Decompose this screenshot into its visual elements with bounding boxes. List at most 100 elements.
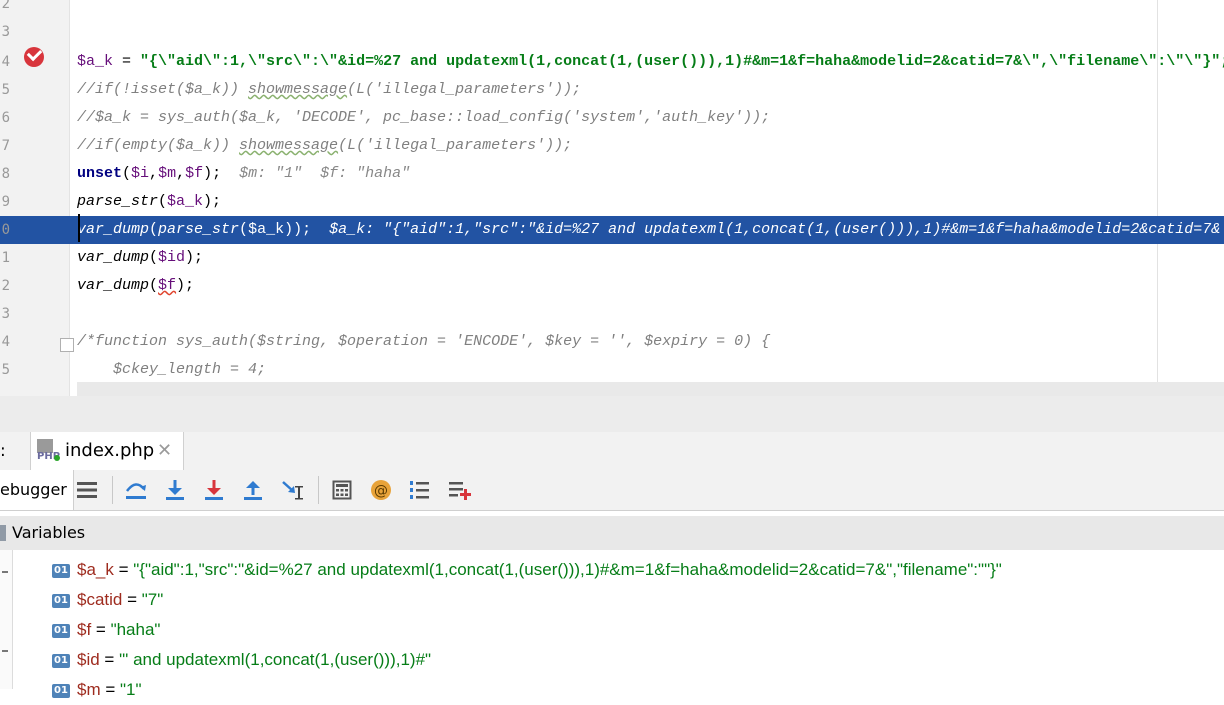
- variable-name: $m: [77, 680, 101, 699]
- frames-list-icon[interactable]: [406, 476, 434, 504]
- fold-marker-icon[interactable]: [60, 338, 74, 352]
- variable-row[interactable]: 01 $id = "' and updatexml(1,concat(1,(use…: [52, 645, 1212, 675]
- code-text[interactable]: //if(!isset($a_k)) showmessage(L('illega…: [77, 76, 581, 104]
- code-token: //if(!isset($a_k)): [77, 81, 249, 98]
- close-tab-icon[interactable]: ✕: [157, 432, 172, 470]
- code-text[interactable]: var_dump($id);: [77, 244, 203, 272]
- variable-equals: =: [100, 680, 120, 699]
- code-line[interactable]: 5 $ckey_length = 4;: [0, 356, 1224, 384]
- variable-row[interactable]: 01 $f = "haha": [52, 615, 1212, 645]
- code-token: $id: [158, 249, 186, 266]
- code-text[interactable]: var_dump(parse_str($a_k)); $a_k: "{"aid"…: [77, 216, 1220, 244]
- force-step-into-icon[interactable]: [200, 476, 228, 504]
- step-out-icon[interactable]: [239, 476, 267, 504]
- code-line[interactable]: 2 var_dump($f);: [0, 272, 1224, 300]
- toolbar-separator: [318, 476, 319, 504]
- inline-debug-hint: $m: "1" $f: "haha": [239, 165, 411, 182]
- editor-horizontal-scrollbar[interactable]: [77, 382, 1224, 396]
- step-into-icon[interactable]: [161, 476, 189, 504]
- code-line[interactable]: 7 //if(empty($a_k)) showmessage(L('illega…: [0, 132, 1224, 160]
- code-line[interactable]: 3: [0, 18, 1224, 46]
- variable-text: $f = "haha": [77, 615, 160, 645]
- code-line[interactable]: 5 //if(!isset($a_k)) showmessage(L('illeg…: [0, 76, 1224, 104]
- line-number: 3: [1, 24, 10, 40]
- code-line-selected[interactable]: 0 var_dump(parse_str($a_k)); $a_k: "{"aid…: [0, 216, 1224, 244]
- variable-type-icon: 01: [52, 684, 70, 698]
- variable-value: "{"aid":1,"src":"&id=%27 and updatexml(1…: [133, 560, 1002, 579]
- code-token: /*function sys_auth($string, $operation …: [77, 333, 771, 350]
- variable-type-icon: 01: [52, 594, 70, 608]
- code-text[interactable]: var_dump($f);: [77, 272, 194, 300]
- code-token: =: [113, 53, 141, 70]
- line-number: 2: [1, 0, 10, 12]
- code-line[interactable]: 6 //$a_k = sys_auth($a_k, 'DECODE', pc_ba…: [0, 104, 1224, 132]
- code-editor[interactable]: 2 3 4 $a_k = "{\"aid\":1,\"src\":\"&id=%27 …: [0, 0, 1224, 396]
- variables-list[interactable]: 01 $a_k = "{"aid":1,"src":"&id=%27 and up…: [0, 550, 1224, 699]
- tab-label: index.php: [65, 440, 155, 461]
- variables-panel-title: Variables: [12, 523, 86, 542]
- code-line[interactable]: 4 /*function sys_auth($string, $operation…: [0, 328, 1224, 356]
- add-watch-icon[interactable]: [446, 476, 474, 504]
- line-number: 3: [1, 306, 10, 322]
- watch-at-icon[interactable]: @: [367, 476, 395, 504]
- code-token: );: [203, 165, 240, 182]
- debugger-tab[interactable]: ebugger: [0, 470, 74, 510]
- code-token: $m: [158, 165, 177, 182]
- code-line[interactable]: 8 unset($i,$m,$f); $m: "1" $f: "haha": [0, 160, 1224, 188]
- code-line[interactable]: 3: [0, 300, 1224, 328]
- variable-value: "' and updatexml(1,concat(1,(user())),1)…: [119, 650, 432, 669]
- code-text[interactable]: //$a_k = sys_auth($a_k, 'DECODE', pc_bas…: [77, 104, 770, 132]
- code-token: (: [149, 277, 159, 294]
- code-token: //if(empty($a_k)): [77, 137, 240, 154]
- code-token: var_dump: [77, 249, 150, 266]
- line-number: 5: [1, 362, 10, 378]
- variable-row[interactable]: 01 $catid = "7": [52, 585, 1212, 615]
- layout-icon[interactable]: [73, 476, 101, 504]
- code-token: (L('illegal_parameters'));: [347, 81, 582, 98]
- code-token: showmessage: [248, 81, 348, 98]
- code-text[interactable]: $a_k = "{\"aid\":1,\"src\":\"&id=%27 and…: [77, 48, 1224, 76]
- code-text[interactable]: unset($i,$m,$f); $m: "1" $f: "haha": [77, 160, 410, 188]
- code-token: $a_k: [248, 221, 285, 238]
- variable-equals: =: [122, 590, 142, 609]
- code-text[interactable]: $ckey_length = 4;: [77, 356, 266, 384]
- code-token: (: [239, 221, 249, 238]
- line-number: 6: [1, 110, 10, 126]
- variables-panel-header: Variables: [0, 516, 1224, 551]
- variable-row[interactable]: 01 $a_k = "{"aid":1,"src":"&id=%27 and up…: [52, 555, 1212, 585]
- debug-tab-bar: : PHP index.php ✕: [0, 432, 1224, 471]
- php-file-icon: PHP: [37, 439, 60, 463]
- code-text[interactable]: //if(empty($a_k)) showmessage(L('illegal…: [77, 132, 572, 160]
- variable-row[interactable]: 01 $m = "1": [52, 675, 1212, 705]
- code-line[interactable]: 9 parse_str($a_k);: [0, 188, 1224, 216]
- variable-equals: =: [91, 620, 111, 639]
- code-token: var_dump: [77, 221, 150, 238]
- variable-text: $a_k = "{"aid":1,"src":"&id=%27 and upda…: [77, 555, 1002, 585]
- breakpoint-icon[interactable]: [24, 47, 44, 67]
- code-token: (: [158, 193, 168, 210]
- code-token: parse_str: [77, 193, 159, 210]
- line-number: 0: [1, 222, 10, 238]
- tab-index-php[interactable]: PHP index.php ✕: [30, 432, 184, 470]
- line-number: 2: [1, 278, 10, 294]
- step-over-icon[interactable]: [122, 476, 150, 504]
- variable-value: "haha": [110, 620, 161, 639]
- variable-text: $id = "' and updatexml(1,concat(1,(user(…: [77, 645, 431, 675]
- code-text[interactable]: parse_str($a_k);: [77, 188, 221, 216]
- caret: [78, 214, 80, 242]
- run-to-cursor-icon[interactable]: [278, 476, 306, 504]
- code-token: ,: [149, 165, 159, 182]
- panel-divider[interactable]: [0, 396, 1224, 433]
- code-token: (: [122, 165, 132, 182]
- toolbar-separator: [112, 476, 113, 504]
- code-line[interactable]: 1 var_dump($id);: [0, 244, 1224, 272]
- code-token: );: [203, 193, 222, 210]
- svg-text:@: @: [374, 483, 388, 499]
- code-line[interactable]: 2: [0, 0, 1224, 18]
- code-text[interactable]: /*function sys_auth($string, $operation …: [77, 328, 770, 356]
- code-token: var_dump: [77, 277, 150, 294]
- variables-panel-icon: [0, 525, 6, 541]
- evaluate-expression-icon[interactable]: [328, 476, 356, 504]
- code-line[interactable]: 4 $a_k = "{\"aid\":1,\"src\":\"&id=%27 an…: [0, 48, 1224, 76]
- line-number: 8: [1, 166, 10, 182]
